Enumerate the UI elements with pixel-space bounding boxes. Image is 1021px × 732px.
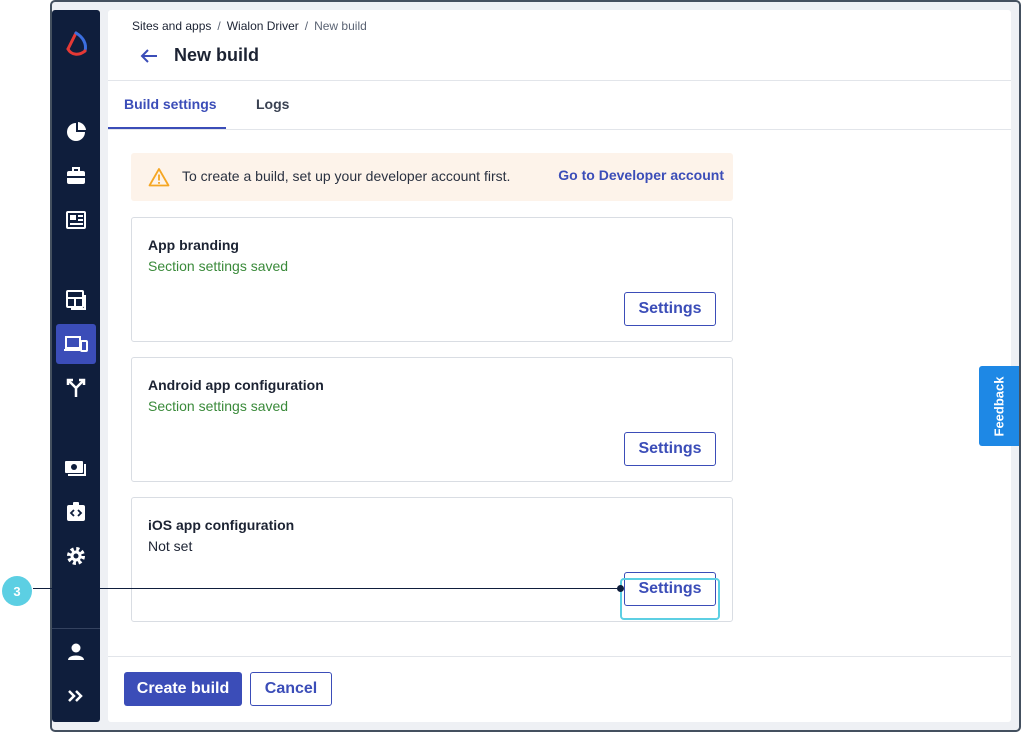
section-status: Not set	[148, 538, 193, 554]
money-icon[interactable]	[56, 448, 96, 488]
ios-settings-button[interactable]: Settings	[624, 572, 716, 606]
go-to-developer-account-link[interactable]: Go to Developer account	[558, 167, 724, 183]
app-branding-settings-button[interactable]: Settings	[624, 292, 716, 326]
breadcrumb-separator: /	[304, 19, 309, 33]
back-arrow-icon[interactable]	[138, 45, 160, 67]
section-title: iOS app configuration	[148, 517, 295, 533]
android-settings-button[interactable]: Settings	[624, 432, 716, 466]
feedback-label: Feedback	[991, 376, 1007, 436]
breadcrumb-separator: /	[217, 19, 221, 33]
callout-dot	[617, 585, 624, 592]
logo-icon[interactable]	[56, 24, 96, 64]
section-card-app-branding: App branding Section settings saved Sett…	[131, 217, 733, 342]
sidebar-divider	[52, 628, 100, 629]
feedback-tab[interactable]: Feedback	[979, 366, 1019, 446]
alert-message: To create a build, set up your developer…	[182, 168, 511, 184]
main-panel: Sites and apps / Wialon Driver / New bui…	[108, 10, 1011, 722]
callout-line	[33, 588, 621, 589]
tab-build-settings[interactable]: Build settings	[124, 96, 217, 112]
breadcrumb-item-wialon-driver[interactable]: Wialon Driver	[227, 19, 299, 33]
tab-logs[interactable]: Logs	[256, 96, 289, 112]
header-divider	[108, 80, 1011, 81]
warning-icon	[148, 167, 170, 187]
page-title: New build	[174, 45, 259, 65]
user-icon[interactable]	[56, 632, 96, 672]
sidebar	[52, 10, 100, 722]
section-title: App branding	[148, 237, 239, 253]
devices-icon[interactable]	[56, 324, 96, 364]
merge-icon[interactable]	[56, 368, 96, 408]
section-card-ios: iOS app configuration Not set Settings	[131, 497, 733, 622]
section-title: Android app configuration	[148, 377, 324, 393]
pie-chart-icon[interactable]	[56, 112, 96, 152]
gear-icon[interactable]	[56, 536, 96, 576]
breadcrumb: Sites and apps / Wialon Driver / New bui…	[132, 19, 367, 33]
cancel-button[interactable]: Cancel	[250, 672, 332, 706]
dashboard-icon[interactable]	[56, 200, 96, 240]
section-card-android: Android app configuration Section settin…	[131, 357, 733, 482]
section-status: Section settings saved	[148, 398, 289, 414]
developer-account-alert: To create a build, set up your developer…	[131, 153, 733, 201]
breadcrumb-item-current: New build	[314, 19, 367, 33]
callout-number-badge: 3	[2, 576, 32, 606]
create-build-button[interactable]: Create build	[124, 672, 242, 706]
code-icon[interactable]	[56, 492, 96, 532]
tabs-divider	[108, 129, 1011, 130]
layout-icon[interactable]	[56, 280, 96, 320]
footer-divider	[108, 656, 1011, 657]
expand-icon[interactable]	[56, 676, 96, 716]
breadcrumb-item-sites-and-apps[interactable]: Sites and apps	[132, 19, 211, 33]
section-status: Section settings saved	[148, 258, 289, 274]
briefcase-icon[interactable]	[56, 156, 96, 196]
